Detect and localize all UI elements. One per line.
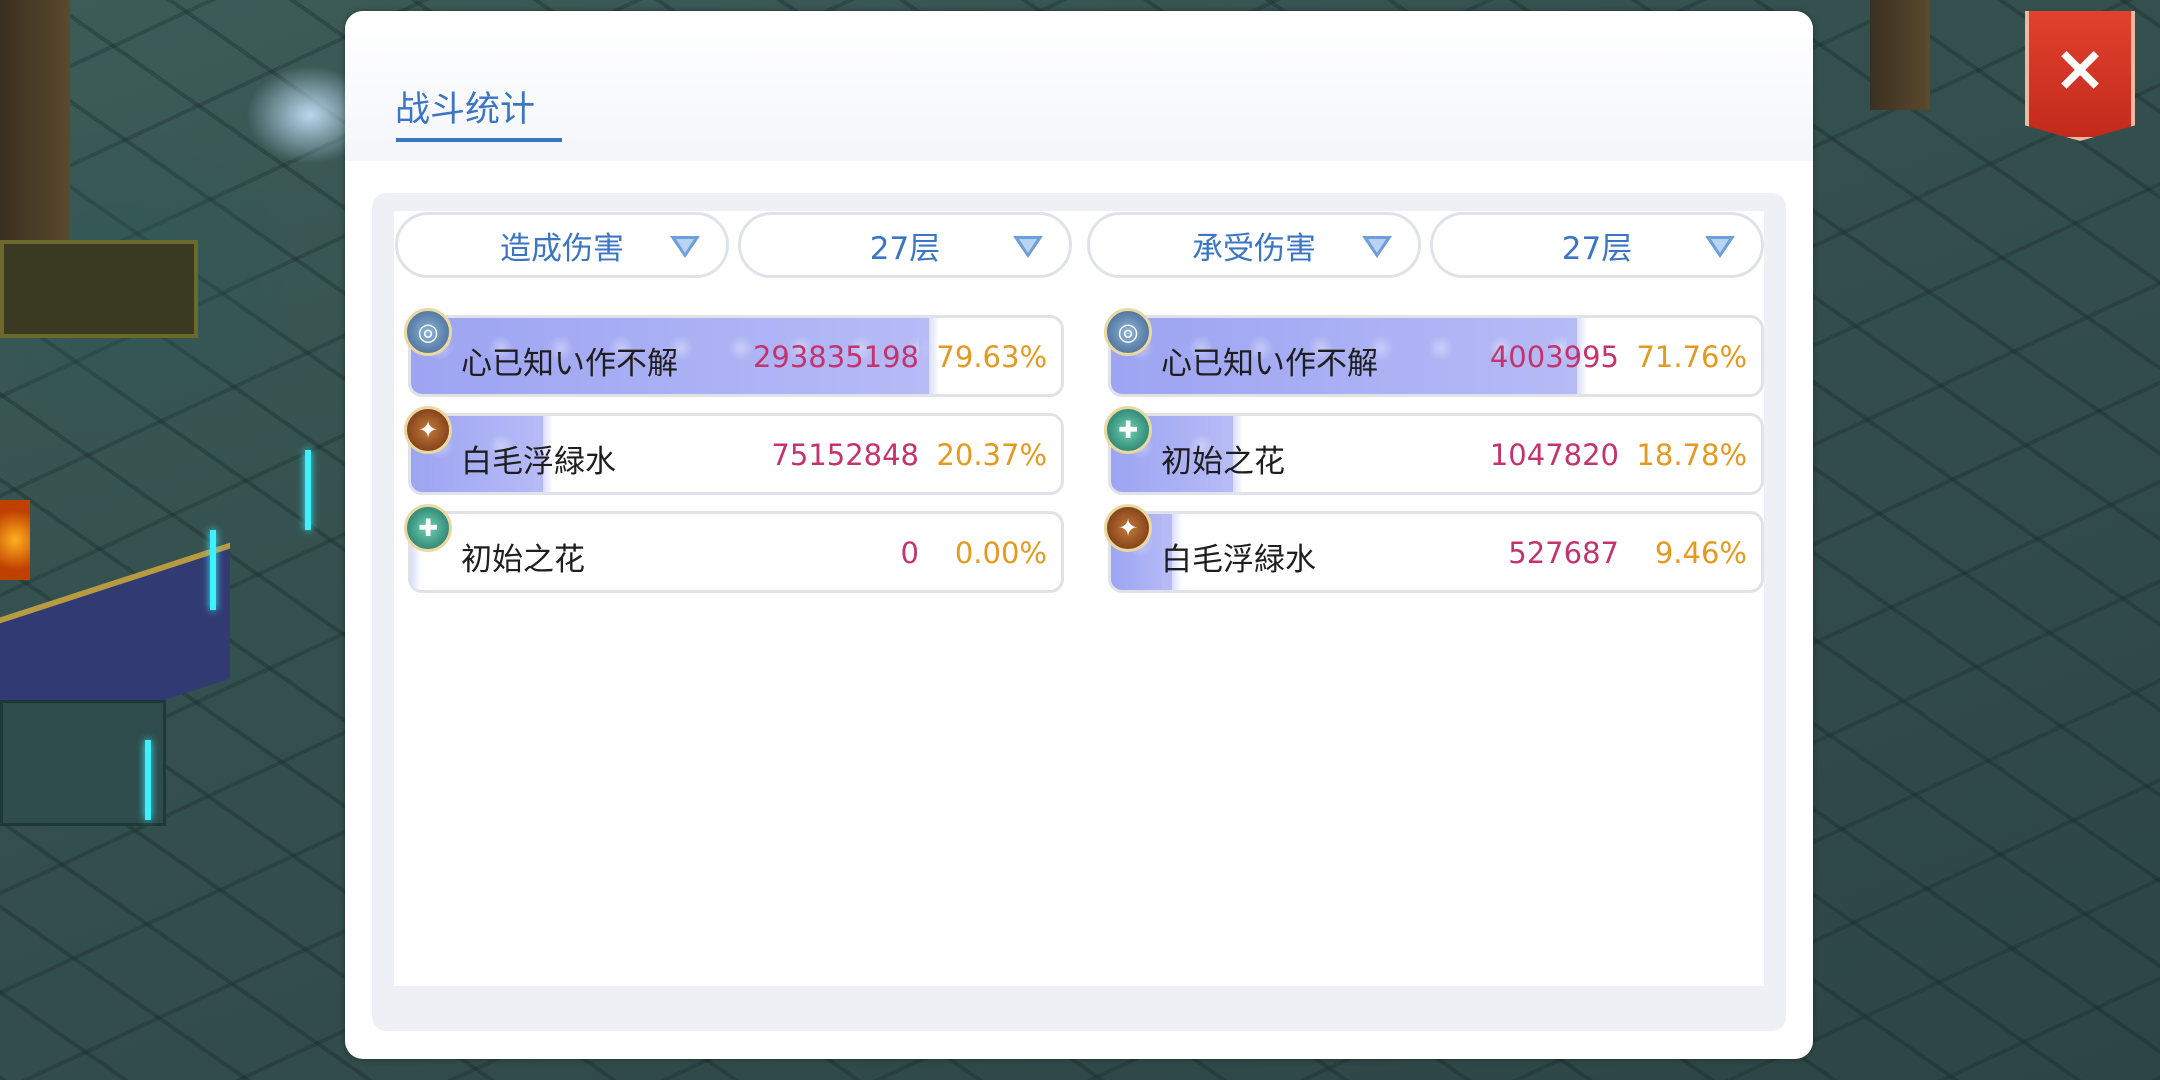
- background-pillar: [0, 0, 70, 260]
- brown-emblem-icon: ✦: [404, 406, 452, 454]
- damage-value: 75152848: [771, 438, 919, 472]
- damage-value: 527687: [1508, 536, 1619, 570]
- dropdown-label: 27层: [1561, 230, 1633, 267]
- chevron-down-icon: [670, 236, 700, 258]
- damage-value: 4003995: [1489, 340, 1619, 374]
- damage-value: 1047820: [1489, 438, 1619, 472]
- chevron-down-icon: [1362, 236, 1392, 258]
- tab-active-underline: [396, 138, 562, 142]
- chevron-down-icon: [1705, 236, 1735, 258]
- player-name: 白毛浮緑水: [461, 444, 616, 480]
- player-name: 心已知い作不解: [461, 346, 678, 382]
- background-glow: [210, 530, 216, 610]
- close-button[interactable]: ×: [2025, 11, 2135, 141]
- damage-dealt-type-dropdown[interactable]: 造成伤害: [395, 212, 729, 278]
- damage-percent: 18.78%: [1636, 438, 1747, 472]
- damage-percent: 20.37%: [936, 438, 1047, 472]
- dropdown-label: 造成伤害: [500, 230, 624, 267]
- blue-emblem-icon: ◎: [1104, 308, 1152, 356]
- damage-value: 293835198: [752, 340, 919, 374]
- background-pillar: [1870, 0, 1930, 110]
- background-step: [0, 700, 166, 826]
- damage-percent: 79.63%: [936, 340, 1047, 374]
- close-icon: ×: [2053, 32, 2107, 106]
- dealt-row: 白毛浮緑水 75152848 20.37%: [408, 413, 1064, 495]
- tab-battle-stats[interactable]: 战斗统计: [395, 81, 535, 132]
- player-name: 心已知い作不解: [1161, 346, 1378, 382]
- teal-emblem-icon: ✚: [404, 504, 452, 552]
- dropdown-label: 承受伤害: [1192, 230, 1316, 267]
- background-chest: [0, 240, 198, 338]
- taken-row: 心已知い作不解 4003995 71.76%: [1108, 315, 1764, 397]
- background-fire: [0, 500, 30, 580]
- damage-percent: 71.76%: [1636, 340, 1747, 374]
- damage-taken-type-dropdown[interactable]: 承受伤害: [1087, 212, 1421, 278]
- background-glow: [305, 450, 311, 530]
- player-name: 初始之花: [461, 542, 585, 578]
- player-name: 白毛浮緑水: [1161, 542, 1316, 578]
- brown-emblem-icon: ✦: [1104, 504, 1152, 552]
- player-name: 初始之花: [1161, 444, 1285, 480]
- teal-emblem-icon: ✚: [1104, 406, 1152, 454]
- damage-taken-floor-dropdown[interactable]: 27层: [1430, 212, 1764, 278]
- chevron-down-icon: [1013, 236, 1043, 258]
- dropdown-label: 27层: [869, 230, 941, 267]
- dialog-header: [345, 11, 1813, 161]
- dealt-row: 心已知い作不解 293835198 79.63%: [408, 315, 1064, 397]
- dealt-row: 初始之花 0 0.00%: [408, 511, 1064, 593]
- background-glow: [145, 740, 151, 820]
- damage-value: 0: [900, 536, 919, 570]
- damage-dealt-floor-dropdown[interactable]: 27层: [738, 212, 1072, 278]
- damage-percent: 0.00%: [954, 536, 1047, 570]
- damage-percent: 9.46%: [1654, 536, 1747, 570]
- blue-emblem-icon: ◎: [404, 308, 452, 356]
- taken-row: 白毛浮緑水 527687 9.46%: [1108, 511, 1764, 593]
- taken-row: 初始之花 1047820 18.78%: [1108, 413, 1764, 495]
